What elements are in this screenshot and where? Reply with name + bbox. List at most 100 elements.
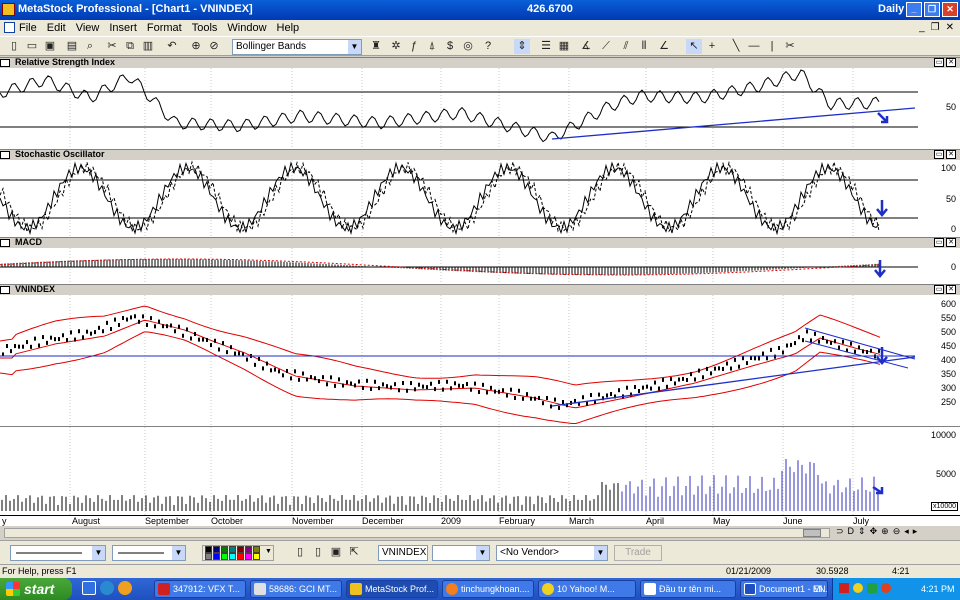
line-style-combo[interactable]: ▼	[10, 545, 106, 561]
menu-window[interactable]: Window	[227, 22, 266, 34]
angle-icon[interactable]: ∠	[656, 39, 672, 54]
scroll-thumb[interactable]	[803, 529, 821, 537]
taskbar-item[interactable]: tinchungkhoan....	[442, 580, 534, 598]
pan-icon[interactable]: ✥	[870, 526, 878, 537]
pan-vertical-icon[interactable]: ⇕	[858, 526, 866, 537]
chevron-down-icon[interactable]: ▼	[348, 40, 361, 54]
minimize-icon[interactable]: _	[906, 2, 922, 17]
new-chart-icon[interactable]: ▯	[292, 545, 308, 560]
macd-plot[interactable]	[0, 248, 960, 284]
binoculars-icon[interactable]: ◎	[460, 39, 476, 54]
symbol-field[interactable]: VNINDEX	[378, 545, 428, 561]
formula-icon[interactable]: ƒ	[406, 39, 422, 54]
open-chart-icon[interactable]: ▯	[310, 545, 326, 560]
menu-file[interactable]: File	[19, 22, 37, 34]
chevron-down-icon[interactable]: ▼	[172, 546, 185, 560]
panel-minimize-icon[interactable]: ▭	[934, 285, 944, 294]
periodicity-combo[interactable]: ▼	[432, 545, 490, 561]
zoom-icon[interactable]: ⊘	[206, 39, 222, 54]
taskbar-item[interactable]: 10 Yahoo! M...	[538, 580, 636, 598]
new-icon[interactable]: ▯	[6, 39, 22, 54]
open-icon[interactable]: ▭	[24, 39, 40, 54]
internet-explorer-icon[interactable]	[100, 581, 114, 595]
undo-icon[interactable]: ↶	[164, 39, 180, 54]
color-swatch-navy[interactable]	[213, 546, 220, 553]
trade-button[interactable]: Trade	[614, 545, 662, 561]
color-swatch-lime[interactable]	[221, 553, 228, 560]
zoom-in-icon[interactable]: ⊕	[881, 526, 889, 537]
system-tester-icon[interactable]: ⍋	[424, 39, 440, 54]
export-icon[interactable]: ⇱	[346, 545, 362, 560]
cycle-lines-icon[interactable]: ⦀	[636, 39, 652, 54]
panel-close-icon[interactable]: ✕	[946, 58, 956, 67]
vendor-combo[interactable]: <No Vendor> ▼	[496, 545, 608, 561]
color-swatch-yellow[interactable]	[253, 553, 260, 560]
color-swatch-maroon[interactable]	[237, 546, 244, 553]
help-pointer-icon[interactable]: ?	[480, 39, 496, 54]
chevron-down-icon[interactable]: ▼	[476, 546, 489, 560]
tray-icon[interactable]	[853, 583, 863, 593]
volume-plot[interactable]	[0, 427, 960, 516]
taskbar-item[interactable]: 347912: VFX T...	[154, 580, 246, 598]
cut-icon[interactable]: ✂	[104, 39, 120, 54]
scroll-left-icon[interactable]: ◂	[904, 526, 909, 537]
grid-icon[interactable]: ▦	[556, 39, 572, 54]
line-weight-combo[interactable]: ▼	[112, 545, 186, 561]
save-icon[interactable]: ▣	[42, 39, 58, 54]
taskbar-item[interactable]: Đầu tư tên mi...	[640, 580, 736, 598]
firefox-icon[interactable]	[118, 581, 132, 595]
dollar-icon[interactable]: $	[442, 39, 458, 54]
mdi-minimize-icon[interactable]: _	[919, 22, 925, 33]
panel-minimize-icon[interactable]: ▭	[934, 238, 944, 247]
chevron-down-icon[interactable]: ▼	[265, 548, 272, 555]
color-swatch-red[interactable]	[237, 553, 244, 560]
paste-icon[interactable]: ▥	[140, 39, 156, 54]
restore-icon[interactable]: ❐	[924, 2, 940, 17]
mdi-restore-icon[interactable]: ❐	[931, 22, 940, 33]
pointer-icon[interactable]: ↖	[686, 39, 702, 54]
menu-help[interactable]: Help	[277, 22, 300, 34]
explorer-icon[interactable]: ✲	[388, 39, 404, 54]
menu-insert[interactable]: Insert	[109, 22, 137, 34]
chart-area[interactable]: Relative Strength Index ▭ ✕ 50 Stochastic…	[0, 57, 960, 526]
panel-minimize-icon[interactable]: ▭	[934, 58, 944, 67]
tray-icon[interactable]	[867, 583, 877, 593]
cross-icon[interactable]: +	[704, 39, 720, 54]
tray-icon[interactable]	[839, 583, 849, 593]
scroll-right-icon[interactable]: ▸	[913, 526, 918, 537]
taskbar-item[interactable]: 58686: GCI MT...	[250, 580, 342, 598]
chart-window-icon[interactable]	[4, 22, 15, 33]
expert-advisor-icon[interactable]: ♜	[368, 39, 384, 54]
print-preview-icon[interactable]: ⌕	[82, 39, 98, 54]
panel-close-icon[interactable]: ✕	[946, 150, 956, 159]
chart-style-icon[interactable]: ☰	[538, 39, 554, 54]
color-swatch-green[interactable]	[221, 546, 228, 553]
color-swatch-purple[interactable]	[245, 546, 252, 553]
color-swatch-blue[interactable]	[213, 553, 220, 560]
app-icon[interactable]	[2, 3, 15, 16]
color-swatch-olive[interactable]	[253, 546, 260, 553]
panel-minimize-icon[interactable]: ▭	[934, 150, 944, 159]
price-plot[interactable]	[0, 295, 960, 426]
horizontal-scrollbar[interactable]	[4, 528, 830, 538]
zoom-out-icon[interactable]: ⊖	[893, 526, 901, 537]
stochastic-plot[interactable]	[0, 160, 960, 237]
fit-icon[interactable]: ⊃	[836, 526, 844, 537]
menu-tools[interactable]: Tools	[192, 22, 218, 34]
trendline-icon[interactable]: ⟋	[598, 39, 614, 54]
line-tool-icon[interactable]: ╲	[728, 39, 744, 54]
menu-edit[interactable]: Edit	[47, 22, 66, 34]
show-desktop-icon[interactable]	[82, 581, 96, 595]
menu-format[interactable]: Format	[147, 22, 182, 34]
chevron-down-icon[interactable]: ▼	[92, 546, 105, 560]
gann-fan-icon[interactable]: ∡	[578, 39, 594, 54]
start-button[interactable]: start	[0, 578, 72, 600]
scroll-arrows-icon[interactable]: ⇕	[514, 39, 530, 54]
indicator-combo[interactable]: Bollinger Bands ▼	[232, 39, 362, 55]
color-swatch-gray[interactable]	[205, 553, 212, 560]
copy-icon[interactable]: ⧉	[122, 39, 138, 54]
close-icon[interactable]: ✕	[942, 2, 958, 17]
horizontal-line-icon[interactable]: —	[746, 39, 762, 54]
crosshair-icon[interactable]: ⊕	[188, 39, 204, 54]
taskbar-item-active[interactable]: MetaStock Prof...	[346, 580, 438, 598]
